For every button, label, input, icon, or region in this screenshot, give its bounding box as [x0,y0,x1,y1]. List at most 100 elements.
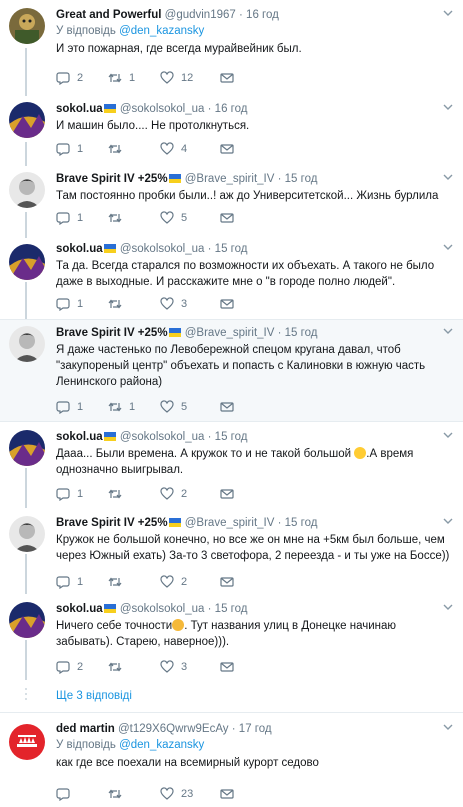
reply-button[interactable]: 1 [56,211,108,225]
chevron-down-icon[interactable] [443,430,453,440]
chevron-down-icon[interactable] [443,242,453,252]
chevron-down-icon[interactable] [443,102,453,112]
chevron-down-icon[interactable] [443,602,453,612]
avatar[interactable] [9,430,45,466]
timestamp[interactable]: 15 год [215,243,248,255]
like-button[interactable]: 5 [160,400,220,414]
retweet-button[interactable] [108,211,160,225]
retweet-button[interactable] [108,660,160,674]
heart-icon [160,211,174,224]
like-button[interactable]: 2 [160,575,220,589]
reply-button[interactable]: 2 [56,660,108,674]
reply-button[interactable]: 1 [56,400,108,414]
tweet[interactable]: sokol.ua @sokolsokol_ua · 15 год Ничего … [0,594,463,682]
like-button[interactable]: 3 [160,297,220,311]
user-handle[interactable]: @t129X6Qwrw9EcAy [118,723,229,735]
like-button[interactable]: 2 [160,487,220,501]
timestamp[interactable]: 17 год [239,723,272,735]
like-button[interactable]: 5 [160,211,220,225]
show-more-replies[interactable]: Ще 3 відповіді [0,683,463,713]
chevron-down-icon[interactable] [443,326,453,336]
user-handle[interactable]: @Brave_spirit_IV [185,517,275,529]
chevron-down-icon[interactable] [443,516,453,526]
display-name[interactable]: Brave Spirit IV +25% [56,327,168,339]
direct-message-button[interactable] [220,575,272,589]
user-handle[interactable]: @sokolsokol_ua [120,603,205,615]
direct-message-button[interactable] [220,487,272,501]
tweet[interactable]: Brave Spirit IV +25% @Brave_spirit_IV · … [0,508,463,594]
reply-button[interactable]: 1 [56,487,108,501]
chevron-down-icon[interactable] [443,722,453,732]
reply-to-link[interactable]: @den_kazansky [119,25,204,37]
retweet-button[interactable] [108,487,160,501]
display-name[interactable]: Great and Powerful [56,9,161,21]
avatar[interactable] [9,8,45,44]
timestamp[interactable]: 15 год [215,431,248,443]
reply-button[interactable] [56,787,108,801]
display-name[interactable]: sokol.ua [56,603,103,615]
user-handle[interactable]: @Brave_spirit_IV [185,327,275,339]
timestamp[interactable]: 15 год [285,327,318,339]
tweet[interactable]: sokol.ua @sokolsokol_ua · 15 год Дааа...… [0,422,463,508]
avatar[interactable] [9,172,45,208]
display-name[interactable]: sokol.ua [56,103,103,115]
show-more-replies-link[interactable]: Ще 3 відповіді [56,690,132,702]
timestamp[interactable]: 15 год [285,173,318,185]
direct-message-button[interactable] [220,142,272,156]
direct-message-button[interactable] [220,211,272,225]
like-button[interactable]: 4 [160,142,220,156]
display-name[interactable]: Brave Spirit IV +25% [56,173,168,185]
tweet[interactable]: ded martin @t129X6Qwrw9EcAy · 17 год У в… [0,714,463,807]
reply-button[interactable]: 1 [56,142,108,156]
direct-message-button[interactable] [220,787,272,801]
user-handle[interactable]: @sokolsokol_ua [120,431,205,443]
user-handle[interactable]: @sokolsokol_ua [120,103,205,115]
avatar[interactable] [9,102,45,138]
display-name[interactable]: sokol.ua [56,243,103,255]
user-handle[interactable]: @gudvin1967 [165,9,236,21]
retweet-button[interactable] [108,575,160,589]
display-name[interactable]: Brave Spirit IV +25% [56,517,168,529]
retweet-button[interactable] [108,787,160,801]
reply-to-link[interactable]: @den_kazansky [119,739,204,751]
reply-button[interactable]: 1 [56,297,108,311]
retweet-button[interactable] [108,297,160,311]
timestamp[interactable]: 16 год [246,9,279,21]
avatar[interactable] [9,724,45,760]
tweet[interactable]: sokol.ua @sokolsokol_ua · 16 год И машин… [0,96,463,166]
retweet-button[interactable] [108,142,160,156]
direct-message-button[interactable] [220,71,272,85]
reply-button[interactable]: 2 [56,71,108,85]
avatar[interactable] [9,602,45,638]
tweet-actions: 1 4 [56,142,272,156]
retweet-button[interactable]: 1 [108,400,160,414]
tweet[interactable]: Brave Spirit IV +25% @Brave_spirit_IV · … [0,320,463,422]
reply-icon [56,298,70,311]
retweet-button[interactable]: 1 [108,71,160,85]
tweet[interactable]: Brave Spirit IV +25% @Brave_spirit_IV · … [0,166,463,238]
chevron-down-icon[interactable] [443,172,453,182]
display-name[interactable]: sokol.ua [56,431,103,443]
direct-message-button[interactable] [220,400,272,414]
display-name[interactable]: ded martin [56,723,115,735]
timestamp[interactable]: 15 год [285,517,318,529]
user-handle[interactable]: @Brave_spirit_IV [185,173,275,185]
like-count: 2 [181,488,188,500]
timestamp[interactable]: 15 год [215,603,248,615]
tweet[interactable]: Great and Powerful @gudvin1967 · 16 год … [0,0,463,96]
timestamp[interactable]: 16 год [215,103,248,115]
tweet[interactable]: sokol.ua @sokolsokol_ua · 15 год Та да. … [0,238,463,320]
reply-icon [56,788,70,801]
like-button[interactable]: 3 [160,660,220,674]
direct-message-button[interactable] [220,297,272,311]
chevron-down-icon[interactable] [443,8,453,18]
reply-button[interactable]: 1 [56,575,108,589]
direct-message-button[interactable] [220,660,272,674]
heart-icon [160,660,174,673]
avatar[interactable] [9,516,45,552]
avatar[interactable] [9,326,45,362]
like-button[interactable]: 12 [160,71,220,85]
like-button[interactable]: 23 [160,787,220,801]
user-handle[interactable]: @sokolsokol_ua [120,243,205,255]
avatar[interactable] [9,244,45,280]
